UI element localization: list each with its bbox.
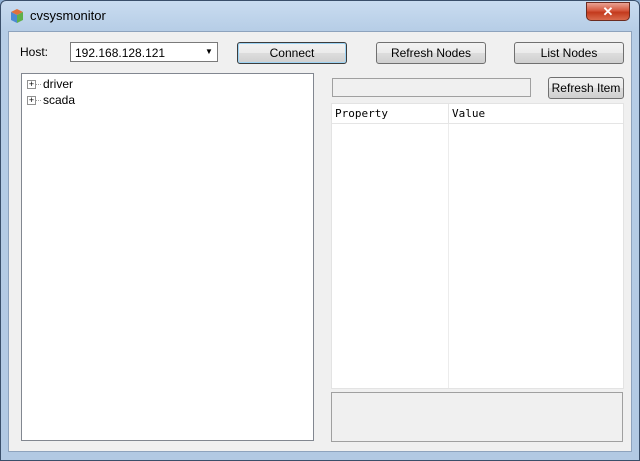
plus-expander-icon[interactable]: + [27,80,36,89]
tree-connector [36,100,41,101]
refresh-nodes-button[interactable]: Refresh Nodes [376,42,486,64]
details-panel [331,392,623,442]
chevron-down-icon[interactable]: ▼ [202,44,216,60]
app-icon [9,8,25,24]
close-button[interactable]: ✕ [586,2,630,21]
column-divider [448,124,449,388]
close-icon: ✕ [602,4,614,19]
host-value: 192.168.128.121 [75,46,166,60]
host-combobox[interactable]: 192.168.128.121 ▼ [70,42,218,62]
title-bar[interactable]: cvsysmonitor ✕ [1,1,639,31]
window-title: cvsysmonitor [30,8,106,23]
host-label: Host: [20,45,49,59]
node-tree[interactable]: + driver + scada [21,73,314,441]
property-list[interactable]: Property Value [331,103,624,389]
plus-expander-icon[interactable]: + [27,96,36,105]
list-nodes-button[interactable]: List Nodes [514,42,624,64]
client-area: Host: 192.168.128.121 ▼ Connect Refresh … [8,31,632,452]
column-header-property[interactable]: Property [332,104,449,124]
main-window: cvsysmonitor ✕ Host: 192.168.128.121 ▼ C… [0,0,640,461]
column-header-value[interactable]: Value [449,104,623,124]
tree-item-label: scada [43,93,76,107]
refresh-item-button[interactable]: Refresh Item [548,77,624,99]
connect-button[interactable]: Connect [237,42,347,64]
tree-item-label: driver [43,77,74,91]
tree-connector [36,84,41,85]
item-status-field [332,78,531,97]
